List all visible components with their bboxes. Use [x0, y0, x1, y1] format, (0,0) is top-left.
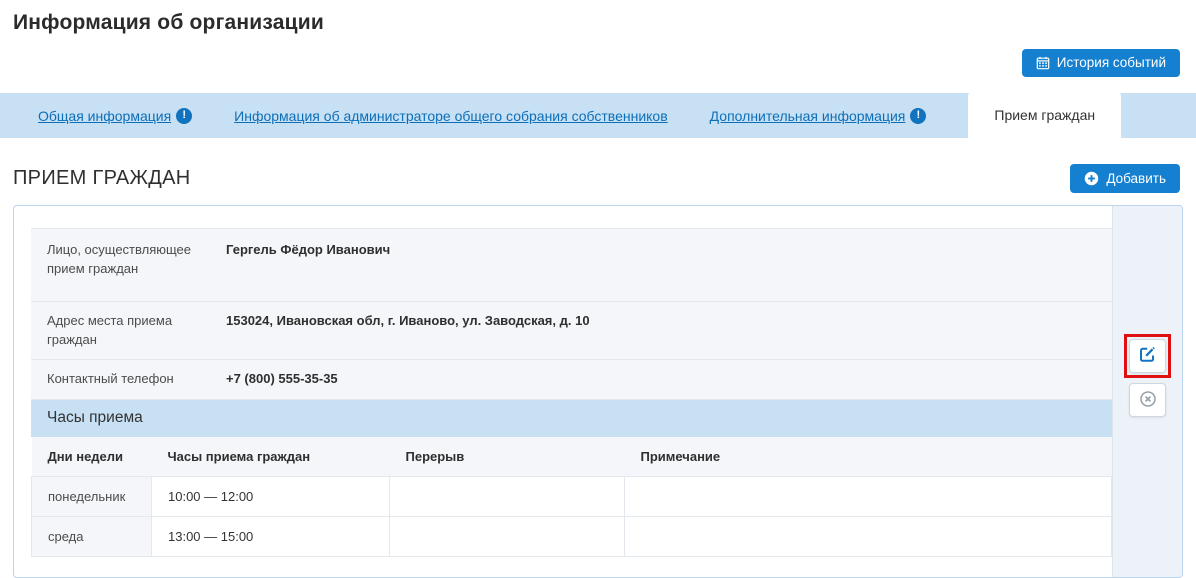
hours-cell: 10:00 — 12:00 — [152, 477, 390, 517]
organization-info-page: Информация об организации История событи… — [0, 0, 1196, 578]
table-header-row: Дни недели Часы приема граждан Перерыв П… — [32, 437, 1112, 477]
section-header: ПРИЕМ ГРАЖДАН Добавить — [0, 138, 1196, 193]
hours-cell: 13:00 — 15:00 — [152, 517, 390, 557]
field-label: Контактный телефон — [31, 360, 226, 399]
field-label: Адрес места приема граждан — [31, 302, 226, 360]
column-header: Примечание — [625, 437, 1112, 477]
tab-bar: Общая информация ! Информация об админис… — [0, 93, 1196, 138]
field-value: Гергель Фёдор Иванович — [226, 229, 1112, 301]
column-header: Перерыв — [390, 437, 625, 477]
edit-button[interactable] — [1129, 339, 1166, 373]
field-value: 153024, Ивановская обл, г. Иваново, ул. … — [226, 302, 1112, 360]
field-row-person: Лицо, осуществляющее прием граждан Герге… — [31, 228, 1112, 302]
add-button[interactable]: Добавить — [1070, 164, 1180, 193]
table-row: понедельник 10:00 — 12:00 — [32, 477, 1112, 517]
history-button[interactable]: История событий — [1022, 49, 1180, 77]
tab-citizen-reception-active[interactable]: Прием граждан — [968, 91, 1121, 138]
reception-hours-table: Дни недели Часы приема граждан Перерыв П… — [31, 437, 1112, 557]
field-value: +7 (800) 555-35-35 — [226, 360, 1112, 399]
card-action-strip — [1112, 206, 1182, 577]
section-title: ПРИЕМ ГРАЖДАН — [13, 167, 191, 190]
history-button-label: История событий — [1057, 56, 1166, 70]
tab-label: Информация об администраторе общего собр… — [234, 108, 668, 124]
note-cell — [625, 477, 1112, 517]
toolbar: История событий — [0, 35, 1196, 77]
tab-meeting-administrator-info[interactable]: Информация об администраторе общего собр… — [234, 93, 668, 138]
add-button-label: Добавить — [1106, 172, 1166, 186]
warning-icon: ! — [910, 108, 926, 124]
break-cell — [390, 517, 625, 557]
tab-general-info[interactable]: Общая информация ! — [38, 93, 192, 138]
delete-button[interactable] — [1129, 383, 1166, 417]
table-row: среда 13:00 — 15:00 — [32, 517, 1112, 557]
break-cell — [390, 477, 625, 517]
warning-icon: ! — [176, 108, 192, 124]
hours-section-title: Часы приема — [31, 400, 1112, 437]
plus-icon — [1084, 171, 1099, 186]
tab-label: Общая информация — [38, 108, 171, 124]
day-cell: среда — [32, 517, 152, 557]
tab-label: Дополнительная информация — [710, 108, 906, 124]
close-circle-icon — [1139, 390, 1157, 411]
field-label: Лицо, осуществляющее прием граждан — [31, 229, 226, 301]
note-cell — [625, 517, 1112, 557]
tab-additional-info[interactable]: Дополнительная информация ! — [710, 93, 927, 138]
column-header: Часы приема граждан — [152, 437, 390, 477]
day-cell: понедельник — [32, 477, 152, 517]
calendar-icon — [1036, 56, 1050, 70]
field-row-phone: Контактный телефон +7 (800) 555-35-35 — [31, 360, 1112, 400]
reception-details: Лицо, осуществляющее прием граждан Герге… — [14, 206, 1112, 577]
annotation-highlight-rect — [1124, 334, 1171, 378]
field-row-address: Адрес места приема граждан 153024, Ивано… — [31, 302, 1112, 361]
edit-icon — [1139, 346, 1156, 366]
reception-card: Лицо, осуществляющее прием граждан Герге… — [13, 205, 1183, 578]
column-header: Дни недели — [32, 437, 152, 477]
page-title: Информация об организации — [0, 0, 1196, 35]
